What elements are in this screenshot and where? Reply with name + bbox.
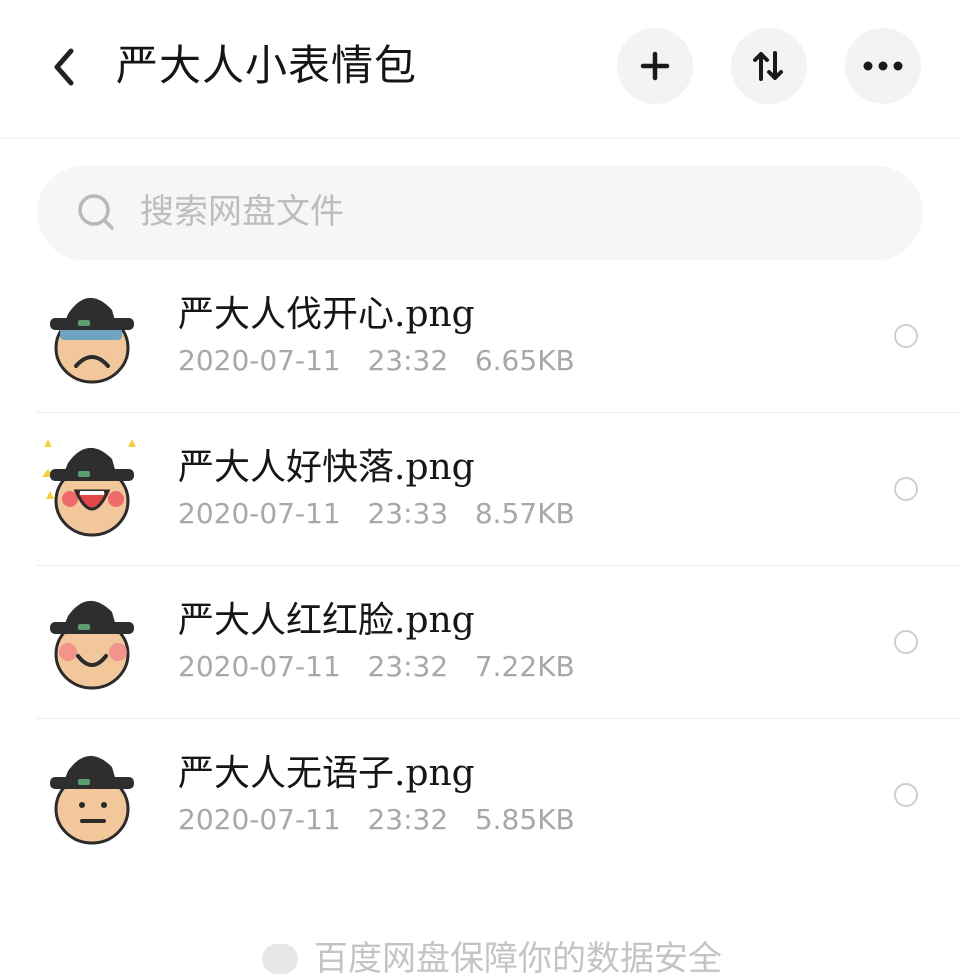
file-meta: 2020-07-11 23:32 7.22KB [178,646,575,688]
select-radio[interactable] [894,630,918,654]
file-meta: 2020-07-11 23:32 6.65KB [178,340,575,382]
file-date: 2020-07-11 [178,497,341,530]
select-radio[interactable] [894,477,918,501]
laughing-face-sticker-icon [42,439,136,537]
file-size: 8.57KB [474,497,575,530]
file-size: 6.65KB [474,344,575,377]
file-row[interactable]: 严大人好快落.png 2020-07-11 23:33 8.57KB [0,413,960,566]
file-time: 23:32 [367,803,449,836]
plus-icon [640,51,670,81]
file-size: 7.22KB [474,650,575,683]
file-meta: 2020-07-11 23:33 8.57KB [178,493,575,535]
sad-face-sticker-icon [50,297,134,384]
search-input[interactable] [140,182,880,242]
select-radio[interactable] [894,783,918,807]
file-name: 严大人红红脸.png [178,600,475,641]
select-radio[interactable] [894,324,918,348]
add-button[interactable] [617,28,693,104]
search-icon [78,194,114,230]
file-size: 5.85KB [474,803,575,836]
file-date: 2020-07-11 [178,803,341,836]
file-meta: 2020-07-11 23:32 5.85KB [178,799,575,841]
more-button[interactable] [845,28,921,104]
sort-icon [753,51,783,81]
more-horizontal-icon [863,61,903,71]
back-button[interactable] [40,40,88,94]
file-name: 严大人伐开心.png [178,294,475,335]
security-note-text: 百度网盘保障你的数据安全 [314,939,722,979]
sort-button[interactable] [731,28,807,104]
file-name: 严大人无语子.png [178,753,475,794]
file-time: 23:32 [367,344,449,377]
file-row[interactable]: 严大人红红脸.png 2020-07-11 23:32 7.22KB [0,566,960,719]
page-title: 严大人小表情包 [116,41,418,90]
file-row[interactable]: 严大人无语子.png 2020-07-11 23:32 5.85KB [0,719,960,872]
security-note: 百度网盘保障你的数据安全 [262,939,722,979]
header-bar: 严大人小表情包 [0,0,960,139]
file-time: 23:32 [367,650,449,683]
file-name: 严大人好快落.png [178,447,475,488]
file-date: 2020-07-11 [178,344,341,377]
file-time: 23:33 [367,497,449,530]
file-date: 2020-07-11 [178,650,341,683]
blushing-face-sticker-icon [50,600,134,690]
chevron-left-icon [54,48,74,86]
file-row[interactable]: 严大人伐开心.png 2020-07-11 23:32 6.65KB [0,260,960,413]
shield-icon [262,944,298,974]
speechless-face-sticker-icon [50,755,134,845]
